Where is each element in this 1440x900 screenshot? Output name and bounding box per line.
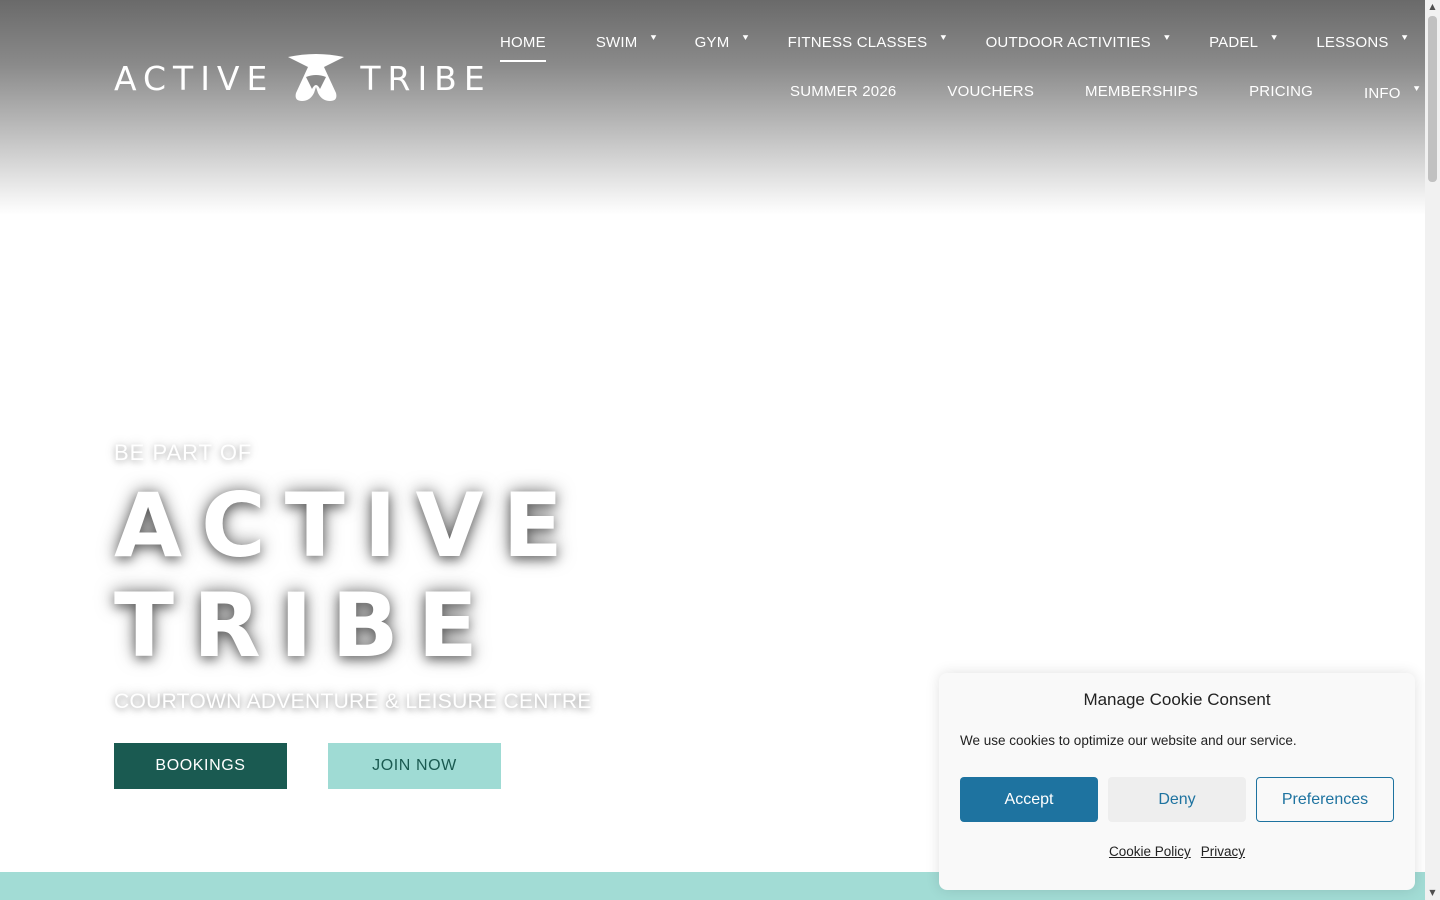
nav-item-label: FITNESS CLASSES [787, 33, 928, 51]
nav-item-label: VOUCHERS [947, 82, 1035, 100]
nav-item-label: SUMMER 2026 [790, 82, 897, 100]
nav-item-pricing[interactable]: PRICING [1249, 77, 1313, 105]
privacy-link[interactable]: Privacy [1201, 844, 1245, 859]
scroll-down-icon[interactable]: ▼ [1425, 886, 1440, 900]
nav-item-label: GYM [694, 33, 730, 51]
hero-actions: BOOKINGS JOIN NOW [114, 743, 501, 789]
scrollbar-thumb[interactable] [1428, 16, 1437, 182]
nav-item-padel[interactable]: PADEL ⯆ [1209, 28, 1278, 56]
nav-item-summer-2026[interactable]: SUMMER 2026 [790, 77, 896, 105]
page: ACTIVE TRIBE HOME SWIM ⯆ GYM ⯆ FITNESS C… [0, 0, 1425, 900]
hero-title-line: ACTIVE [114, 474, 582, 577]
bookings-button[interactable]: BOOKINGS [114, 743, 287, 789]
site-logo[interactable]: ACTIVE TRIBE [114, 52, 492, 104]
nav-item-label: OUTDOOR ACTIVITIES [985, 33, 1151, 51]
nav-item-label: PRICING [1249, 82, 1313, 100]
hero-kicker: BE PART OF [114, 440, 253, 465]
join-now-button[interactable]: JOIN NOW [328, 743, 501, 789]
hero-subtitle: COURTOWN ADVENTURE & LEISURE CENTRE [114, 690, 592, 713]
cookie-message: We use cookies to optimize our website a… [960, 733, 1297, 748]
nav-item-label: INFO [1364, 84, 1401, 102]
cookie-actions: Accept Deny Preferences [960, 777, 1394, 822]
deny-button[interactable]: Deny [1108, 777, 1246, 822]
accept-button[interactable]: Accept [960, 777, 1098, 822]
secondary-nav: SUMMER 2026 VOUCHERS MEMBERSHIPS PRICING… [790, 77, 1421, 105]
double-chevron-down-icon: ⯆ [1270, 33, 1279, 44]
preferences-button[interactable]: Preferences [1256, 777, 1394, 822]
scroll-up-icon[interactable]: ▲ [1425, 0, 1440, 14]
cookie-title: Manage Cookie Consent [1083, 690, 1271, 709]
nav-item-vouchers[interactable]: VOUCHERS [947, 77, 1034, 105]
cookie-links: Cookie Policy Privacy [939, 844, 1415, 859]
logo-word-left: ACTIVE [114, 58, 275, 98]
nav-item-lessons[interactable]: LESSONS ⯆ [1316, 28, 1408, 56]
hero-title: ACTIVE TRIBE [114, 476, 592, 676]
cookie-policy-link[interactable]: Cookie Policy [1109, 844, 1191, 859]
tribe-logo-icon [288, 54, 345, 101]
double-chevron-down-icon: ⯆ [1412, 84, 1421, 95]
nav-item-info[interactable]: INFO ⯆ [1364, 79, 1421, 107]
double-chevron-down-icon: ⯆ [741, 33, 750, 44]
nav-item-swim[interactable]: SWIM ⯆ [596, 28, 658, 56]
nav-item-gym[interactable]: GYM ⯆ [695, 28, 750, 56]
double-chevron-down-icon: ⯆ [649, 33, 658, 44]
hero: BE PART OF ACTIVE TRIBE COURTOWN ADVENTU… [114, 440, 592, 714]
nav-item-outdoor-activities[interactable]: OUTDOOR ACTIVITIES ⯆ [986, 28, 1172, 56]
nav-item-home[interactable]: HOME [500, 28, 546, 62]
nav-item-fitness-classes[interactable]: FITNESS CLASSES ⯆ [788, 28, 948, 56]
double-chevron-down-icon: ⯆ [1162, 33, 1172, 44]
nav-item-label: PADEL [1209, 33, 1259, 51]
nav-item-label: SWIM [595, 33, 638, 51]
hero-title-line: TRIBE [114, 574, 497, 677]
cookie-consent-dialog: Manage Cookie Consent We use cookies to … [939, 673, 1415, 890]
double-chevron-down-icon: ⯆ [1400, 33, 1409, 44]
primary-nav: HOME SWIM ⯆ GYM ⯆ FITNESS CLASSES ⯆ OUTD… [500, 28, 1425, 62]
page-scrollbar[interactable]: ▲ ▼ [1425, 0, 1440, 900]
double-chevron-down-icon: ⯆ [939, 33, 948, 44]
nav-item-memberships[interactable]: MEMBERSHIPS [1085, 77, 1198, 105]
nav-item-label: HOME [500, 33, 546, 51]
logo-word-right: TRIBE [360, 58, 492, 98]
nav-item-label: LESSONS [1316, 33, 1389, 51]
nav-item-label: MEMBERSHIPS [1085, 82, 1199, 100]
